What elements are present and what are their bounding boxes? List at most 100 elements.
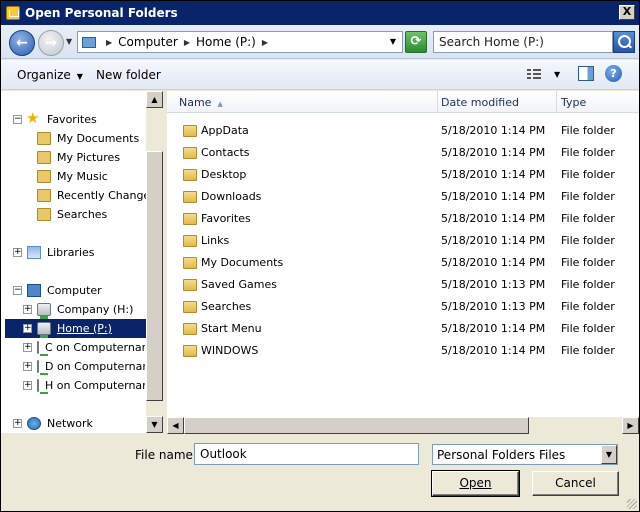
organize-button[interactable]: Organize ▼ <box>17 68 83 82</box>
window-title: Open Personal Folders <box>25 6 178 20</box>
folder-icon <box>183 301 197 313</box>
chevron-right-icon[interactable]: ▶ <box>106 38 112 47</box>
tree-label: Searches <box>57 207 108 221</box>
tree-item-my-music[interactable]: My Music <box>37 167 108 185</box>
file-date: 5/18/2010 1:14 PM <box>441 124 546 137</box>
file-type-filter[interactable]: Personal Folders Files <box>432 444 618 465</box>
address-bar[interactable]: ▶ Computer ▶ Home (P:) ▶ ▼ <box>77 31 403 53</box>
file-row[interactable]: WINDOWS 5/18/2010 1:14 PM File folder <box>167 340 639 362</box>
scroll-down-button[interactable]: ▼ <box>146 416 163 433</box>
file-name-input[interactable]: Outlook <box>194 443 419 465</box>
resize-grip[interactable] <box>627 499 637 509</box>
expand-drive[interactable]: + <box>23 362 32 371</box>
expand-drive[interactable]: + <box>23 381 32 390</box>
libraries-icon <box>27 245 41 259</box>
file-row[interactable]: Links 5/18/2010 1:14 PM File folder <box>167 230 639 252</box>
file-row[interactable]: Favorites 5/18/2010 1:14 PM File folder <box>167 208 639 230</box>
tree-label: Recently Changed <box>57 188 158 202</box>
tree-item-drive-p[interactable]: Home (P:) <box>37 319 112 338</box>
tree-item-my-pictures[interactable]: My Pictures <box>37 148 120 166</box>
chevron-down-icon[interactable]: ▼ <box>601 445 617 464</box>
preview-pane-icon[interactable] <box>578 66 594 81</box>
file-row[interactable]: AppData 5/18/2010 1:14 PM File folder <box>167 120 639 142</box>
file-date: 5/18/2010 1:14 PM <box>441 234 546 247</box>
recent-locations-dropdown[interactable]: ▼ <box>66 37 72 46</box>
tree-item-network[interactable]: Network <box>27 414 93 432</box>
folder-icon <box>183 213 197 225</box>
chevron-right-icon[interactable]: ▶ <box>184 38 190 47</box>
tree-label: D on Computernam <box>45 359 145 373</box>
new-folder-button[interactable]: New folder <box>96 68 161 82</box>
column-header-date[interactable]: Date modified <box>441 96 519 109</box>
forward-button[interactable]: → <box>38 30 64 56</box>
scroll-up-button[interactable]: ▲ <box>146 91 163 108</box>
expand-network[interactable]: + <box>13 419 22 428</box>
filelist-horizontal-scrollbar[interactable]: ◀ ▶ <box>167 417 639 434</box>
file-name: Desktop <box>201 168 247 181</box>
file-row[interactable]: Contacts 5/18/2010 1:14 PM File folder <box>167 142 639 164</box>
file-row[interactable]: My Documents 5/18/2010 1:14 PM File folder <box>167 252 639 274</box>
tree-item-my-documents[interactable]: My Documents <box>37 129 139 147</box>
refresh-button[interactable]: ⟳ <box>405 31 427 53</box>
folder-icon <box>183 147 197 159</box>
collapse-computer[interactable]: − <box>13 286 22 295</box>
computer-icon <box>82 36 96 48</box>
search-input[interactable]: Search Home (P:) <box>433 31 613 53</box>
tree-item-drive-c[interactable]: C on Computernam <box>37 338 145 356</box>
tree-label: H on Computernam <box>45 378 145 392</box>
tree-label: C on Computernam <box>45 340 145 354</box>
chevron-right-icon[interactable]: ▶ <box>262 38 268 47</box>
file-row[interactable]: Start Menu 5/18/2010 1:14 PM File folder <box>167 318 639 340</box>
scroll-right-button[interactable]: ▶ <box>622 417 639 434</box>
expand-libraries[interactable]: + <box>13 248 22 257</box>
file-row[interactable]: Downloads 5/18/2010 1:14 PM File folder <box>167 186 639 208</box>
breadcrumb-home[interactable]: Home (P:) <box>196 35 256 49</box>
tree-item-favorites[interactable]: Favorites <box>26 109 97 128</box>
open-button-label: Open <box>459 476 492 490</box>
views-dropdown[interactable]: ▼ <box>554 70 560 79</box>
open-button[interactable]: Open <box>431 470 520 497</box>
scroll-thumb[interactable] <box>146 151 163 401</box>
search-icon[interactable] <box>613 31 635 53</box>
navpane-scrollbar[interactable]: ▲ ▼ <box>146 91 163 433</box>
file-date: 5/18/2010 1:14 PM <box>441 168 546 181</box>
scroll-thumb[interactable] <box>184 417 529 434</box>
back-button[interactable]: ← <box>9 30 35 56</box>
file-row[interactable]: Searches 5/18/2010 1:13 PM File folder <box>167 296 639 318</box>
column-separator[interactable] <box>437 91 438 113</box>
help-button[interactable]: ? <box>605 65 622 82</box>
folder-icon <box>183 125 197 137</box>
folder-icon <box>37 188 51 202</box>
column-separator[interactable] <box>556 91 557 113</box>
network-drive-icon <box>37 340 48 356</box>
tree-item-drive-h2[interactable]: H on Computernam <box>37 376 145 394</box>
cancel-button[interactable]: Cancel <box>532 471 619 496</box>
navigation-bar: ← → ▼ ▶ Computer ▶ Home (P:) ▶ ▼ ⟳ Searc… <box>1 25 639 59</box>
expand-drive[interactable]: + <box>23 305 32 314</box>
column-header-type[interactable]: Type <box>561 96 586 109</box>
file-row[interactable]: Saved Games 5/18/2010 1:13 PM File folder <box>167 274 639 296</box>
file-date: 5/18/2010 1:14 PM <box>441 146 546 159</box>
tree-item-recently-changed[interactable]: Recently Changed <box>37 186 157 204</box>
address-dropdown[interactable]: ▼ <box>390 37 396 46</box>
close-button[interactable]: X <box>619 5 635 20</box>
file-date: 5/18/2010 1:14 PM <box>441 190 546 203</box>
scroll-left-button[interactable]: ◀ <box>167 417 184 434</box>
breadcrumb-computer[interactable]: Computer <box>118 35 178 49</box>
tree-item-computer[interactable]: Computer <box>27 281 102 299</box>
file-row[interactable]: Desktop 5/18/2010 1:14 PM File folder <box>167 164 639 186</box>
tree-label: Favorites <box>47 112 97 126</box>
tree-item-libraries[interactable]: Libraries <box>27 243 95 261</box>
network-drive-icon <box>37 359 48 375</box>
tree-item-drive-d[interactable]: D on Computernam <box>37 357 145 375</box>
views-icon[interactable] <box>527 68 541 80</box>
tree-label: Company (H:) <box>57 302 134 316</box>
expand-drive[interactable]: + <box>23 324 32 333</box>
column-header-name[interactable]: Name ▲ <box>179 96 223 109</box>
network-drive-icon <box>37 302 51 319</box>
folder-icon <box>183 279 197 291</box>
tree-item-searches[interactable]: Searches <box>37 205 107 223</box>
tree-item-drive-h[interactable]: Company (H:) <box>37 300 134 319</box>
expand-drive[interactable]: + <box>23 343 32 352</box>
collapse-favorites[interactable]: − <box>13 115 22 124</box>
